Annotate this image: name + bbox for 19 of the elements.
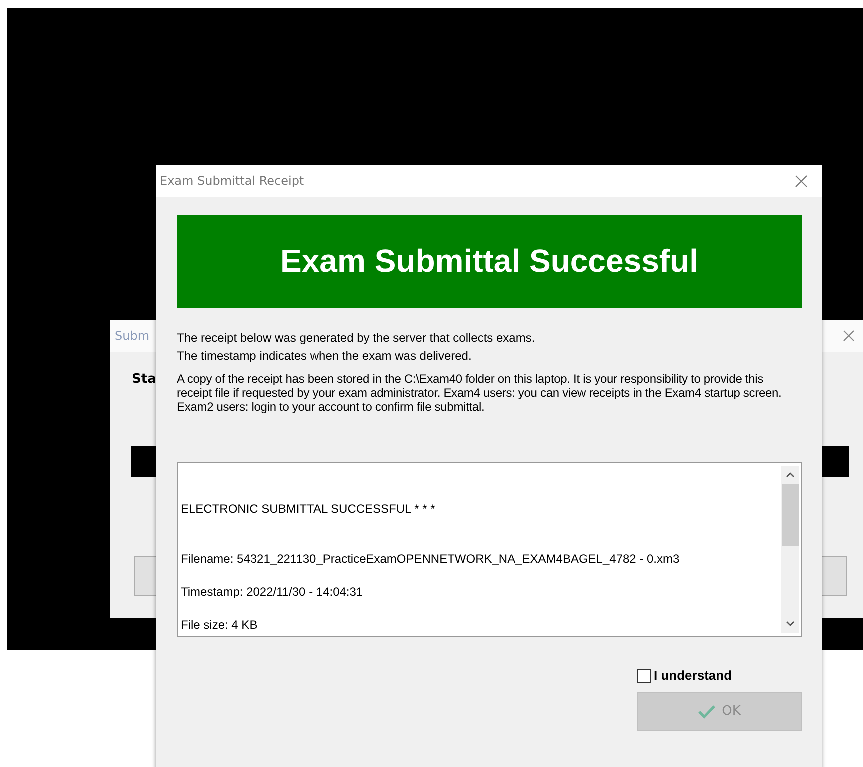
close-icon[interactable] xyxy=(843,330,855,342)
check-icon xyxy=(698,704,716,718)
close-icon[interactable] xyxy=(795,174,808,188)
receipt-line: Timestamp: 2022/11/30 - 14:04:31 xyxy=(181,585,364,599)
receipt-line: Filename: 54321_221130_PracticeExamOPENNETWORK_NA_EXAM4BAGEL_4782 - 0.xm3 xyxy=(181,552,681,566)
success-banner: Exam Submittal Successful xyxy=(177,215,802,308)
checkbox-label: I understand xyxy=(654,668,732,683)
receipt-line: ELECTRONIC SUBMITTAL SUCCESSFUL * * * xyxy=(181,502,436,516)
scrollbar[interactable] xyxy=(781,466,799,633)
window-title: Exam Submittal Receipt xyxy=(160,174,304,188)
status-label: Sta xyxy=(132,372,156,387)
receipt-line: File size: 4 KB xyxy=(181,618,259,632)
checkbox[interactable] xyxy=(637,668,651,682)
info-text: The timestamp indicates when the exam was delivered. xyxy=(177,349,473,364)
window-title: Subm xyxy=(115,329,150,343)
info-text: The receipt below was generated by the server that collects exams. xyxy=(177,331,536,346)
scroll-up-icon[interactable] xyxy=(786,472,794,478)
notice-text: A copy of the receipt has been stored in the C:\Exam40 folder on this laptop. It is your responsibility to provide this receipt file if requested by your exam administrator. Exam4 users: you can view receipts in the Exam4 startup screen. Exam2 users: login to your account to confirm file submittal. xyxy=(177,372,783,414)
scroll-down-icon[interactable] xyxy=(786,621,794,627)
